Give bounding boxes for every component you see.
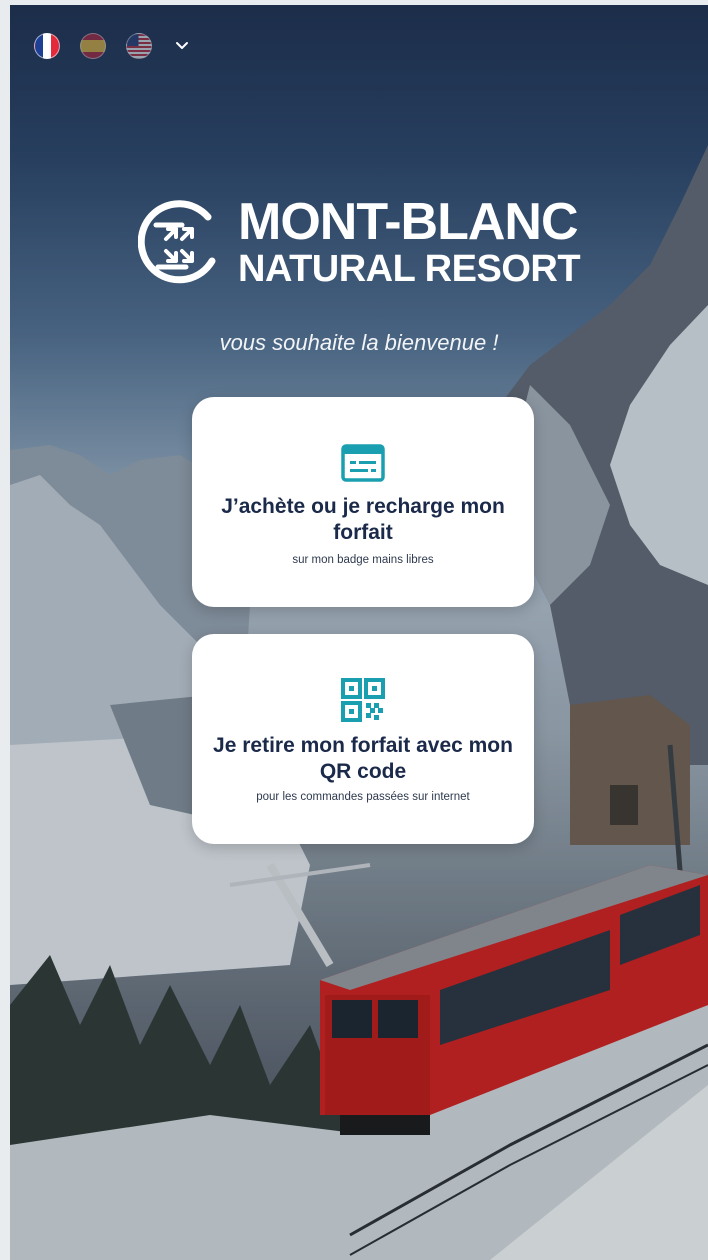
logo-line-2: NATURAL RESORT (238, 248, 581, 290)
flag-us-icon[interactable] (126, 33, 152, 59)
resort-logo: MONT-BLANC NATURAL RESORT (138, 195, 598, 295)
badge-card-icon (341, 444, 385, 482)
recharge-pass-title: J’achète ou je recharge mon forfait (221, 495, 505, 544)
app-screen: MONT-BLANC NATURAL RESORT vous souhaite … (10, 5, 708, 1260)
recharge-pass-button[interactable]: J’achète ou je recharge mon forfait sur … (192, 397, 534, 607)
language-selector (34, 31, 190, 61)
flag-fr-icon[interactable] (34, 33, 60, 59)
chevron-down-icon[interactable] (174, 38, 190, 54)
logo-text: MONT-BLANC NATURAL RESORT (238, 193, 581, 290)
welcome-message: vous souhaite la bienvenue ! (219, 330, 499, 355)
flag-es-icon[interactable] (80, 33, 106, 59)
qr-code-pickup-button[interactable]: Je retire mon forfait avec mon QR code p… (192, 634, 534, 844)
qr-code-pickup-title: Je retire mon forfait avec mon QR code (213, 734, 513, 783)
qr-code-pickup-subtitle: pour les commandes passées sur internet (256, 791, 470, 803)
resort-logo-icon (138, 200, 216, 284)
logo-line-1: MONT-BLANC (238, 193, 579, 251)
qr-code-icon (341, 678, 385, 722)
recharge-pass-subtitle: sur mon badge mains libres (292, 554, 434, 566)
